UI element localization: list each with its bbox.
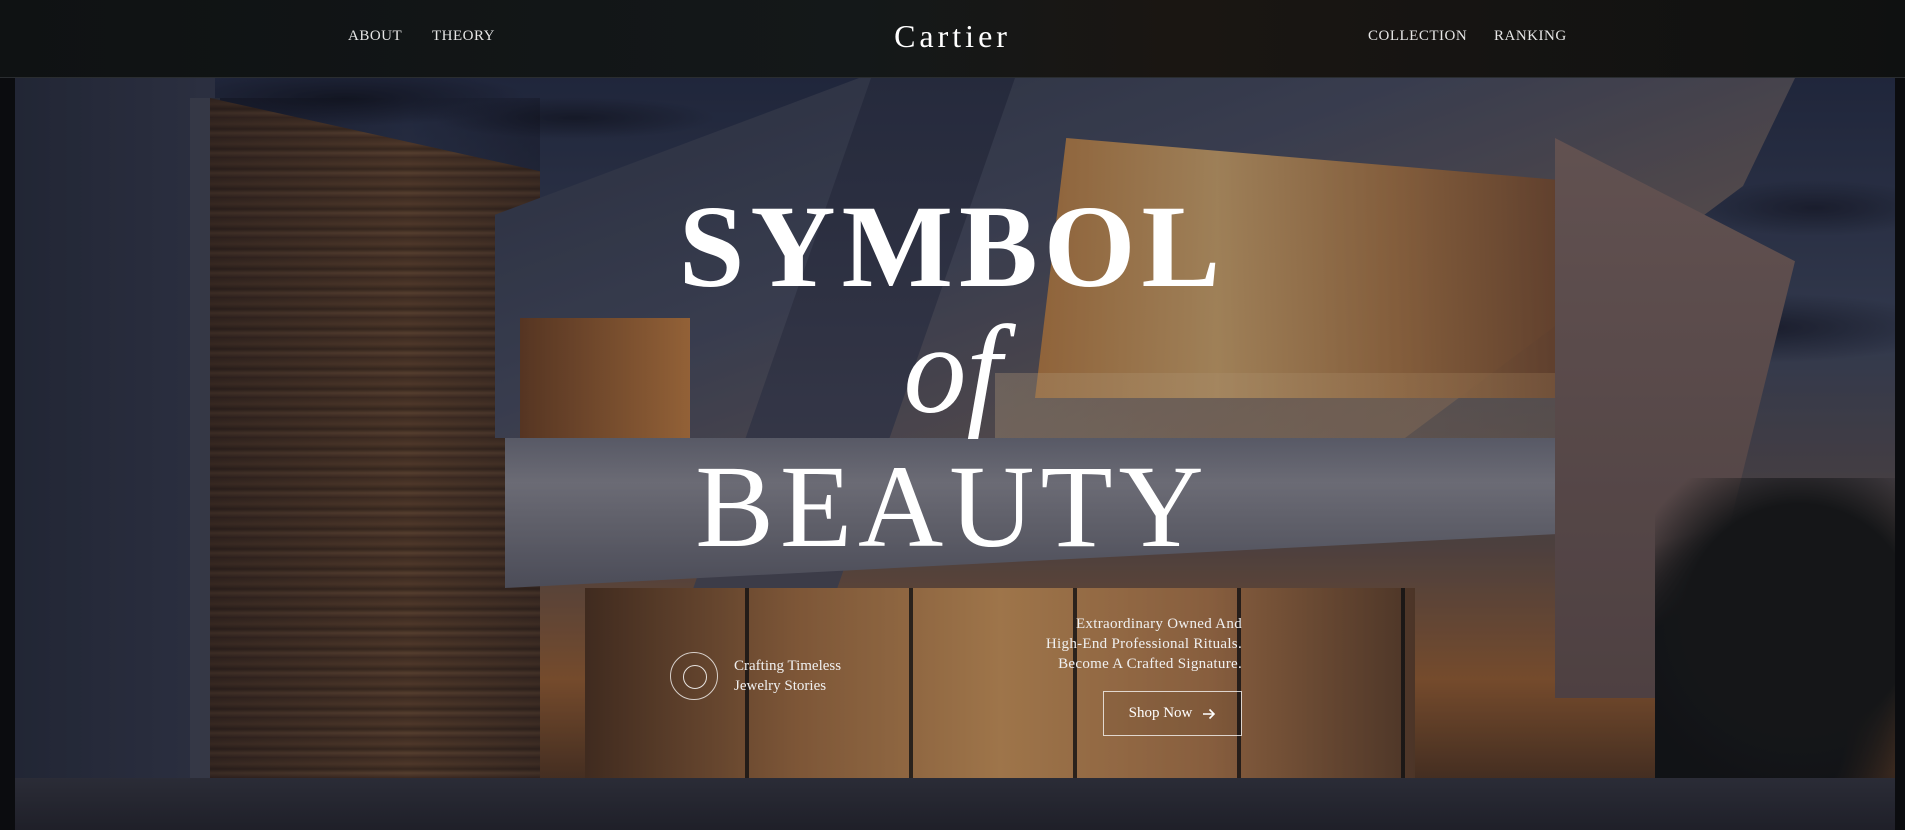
feature-line-1: Crafting Timeless — [734, 658, 842, 674]
arrow-right-icon — [1202, 707, 1216, 721]
shop-now-label: Shop Now — [1128, 705, 1193, 721]
hero-description: Extraordinary Owned And High-End Profess… — [1046, 614, 1242, 674]
description-line-2: High-End Professional Rituals. — [1045, 636, 1242, 652]
site-header: ABOUT THEORY Cartier COLLECTION RANKING — [0, 0, 1905, 78]
headline-of: of — [903, 301, 1002, 440]
brand-logo[interactable]: Cartier — [0, 18, 1905, 55]
nav-ranking[interactable]: RANKING — [1494, 28, 1567, 45]
feature-tagline: Crafting Timeless Jewelry Stories — [734, 656, 841, 696]
concentric-circle-icon — [670, 652, 718, 700]
description-line-3: Become A Crafted Signature. — [1058, 656, 1242, 672]
nav-collection[interactable]: COLLECTION — [1368, 28, 1467, 45]
headline-symbol: SYMBOL — [678, 181, 1227, 312]
headline-beauty: BEAUTY — [695, 441, 1210, 572]
shop-now-button[interactable]: Shop Now — [1103, 691, 1242, 736]
feature-line-2: Jewelry Stories — [734, 678, 827, 694]
description-line-1: Extraordinary Owned And — [1075, 616, 1242, 632]
